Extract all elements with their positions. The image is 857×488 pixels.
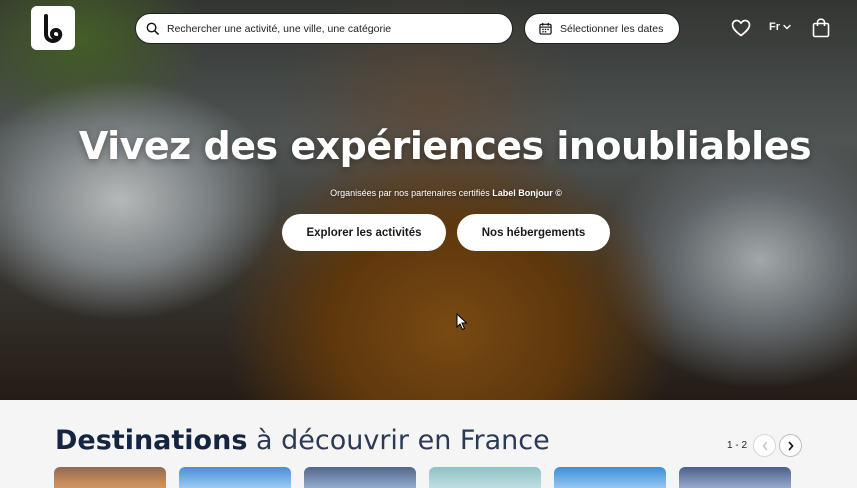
carousel-next-button[interactable] xyxy=(779,434,802,457)
bonjour-logo-icon xyxy=(44,14,63,43)
chevron-right-icon xyxy=(788,441,794,450)
language-label: Fr xyxy=(769,21,780,33)
language-selector[interactable]: Fr xyxy=(769,21,791,33)
hero-title: Vivez des expériences inoubliables xyxy=(78,124,812,168)
destination-card[interactable] xyxy=(429,467,541,488)
destination-card[interactable] xyxy=(179,467,291,488)
hero-image xyxy=(0,0,857,400)
destination-card[interactable] xyxy=(304,467,416,488)
mouse-cursor-icon xyxy=(456,313,468,331)
accommodations-button[interactable]: Nos hébergements xyxy=(457,214,610,251)
calendar-icon xyxy=(539,22,552,35)
destinations-heading-strong: Destinations xyxy=(55,425,248,456)
hero-subtitle: Organisées par nos partenaires certifiés… xyxy=(0,188,857,198)
chevron-left-icon xyxy=(761,441,767,450)
explore-activities-button[interactable]: Explorer les activités xyxy=(282,214,446,251)
search-icon xyxy=(146,22,159,35)
destinations-heading: Destinations à découvrir en France xyxy=(55,425,550,456)
search-bar[interactable] xyxy=(135,13,513,44)
heart-icon[interactable] xyxy=(731,19,751,37)
destinations-heading-rest: à découvrir en France xyxy=(247,425,550,456)
hero-subtitle-text: Organisées par nos partenaires certifiés xyxy=(330,188,490,198)
chevron-down-icon xyxy=(783,24,791,30)
logo[interactable] xyxy=(31,6,75,50)
carousel-pager: 1 - 2 xyxy=(727,440,748,451)
carousel-prev-button[interactable] xyxy=(753,434,776,457)
label-bonjour-link[interactable]: Label Bonjour © xyxy=(492,188,562,198)
hero-banner: Sélectionner les dates Fr Vivez des expé… xyxy=(0,0,857,400)
destination-card[interactable] xyxy=(679,467,791,488)
destination-card[interactable] xyxy=(54,467,166,488)
destination-card[interactable] xyxy=(554,467,666,488)
search-input[interactable] xyxy=(167,22,512,35)
shopping-bag-icon[interactable] xyxy=(812,18,830,38)
date-picker-button[interactable]: Sélectionner les dates xyxy=(524,13,680,44)
date-picker-label: Sélectionner les dates xyxy=(560,22,664,35)
